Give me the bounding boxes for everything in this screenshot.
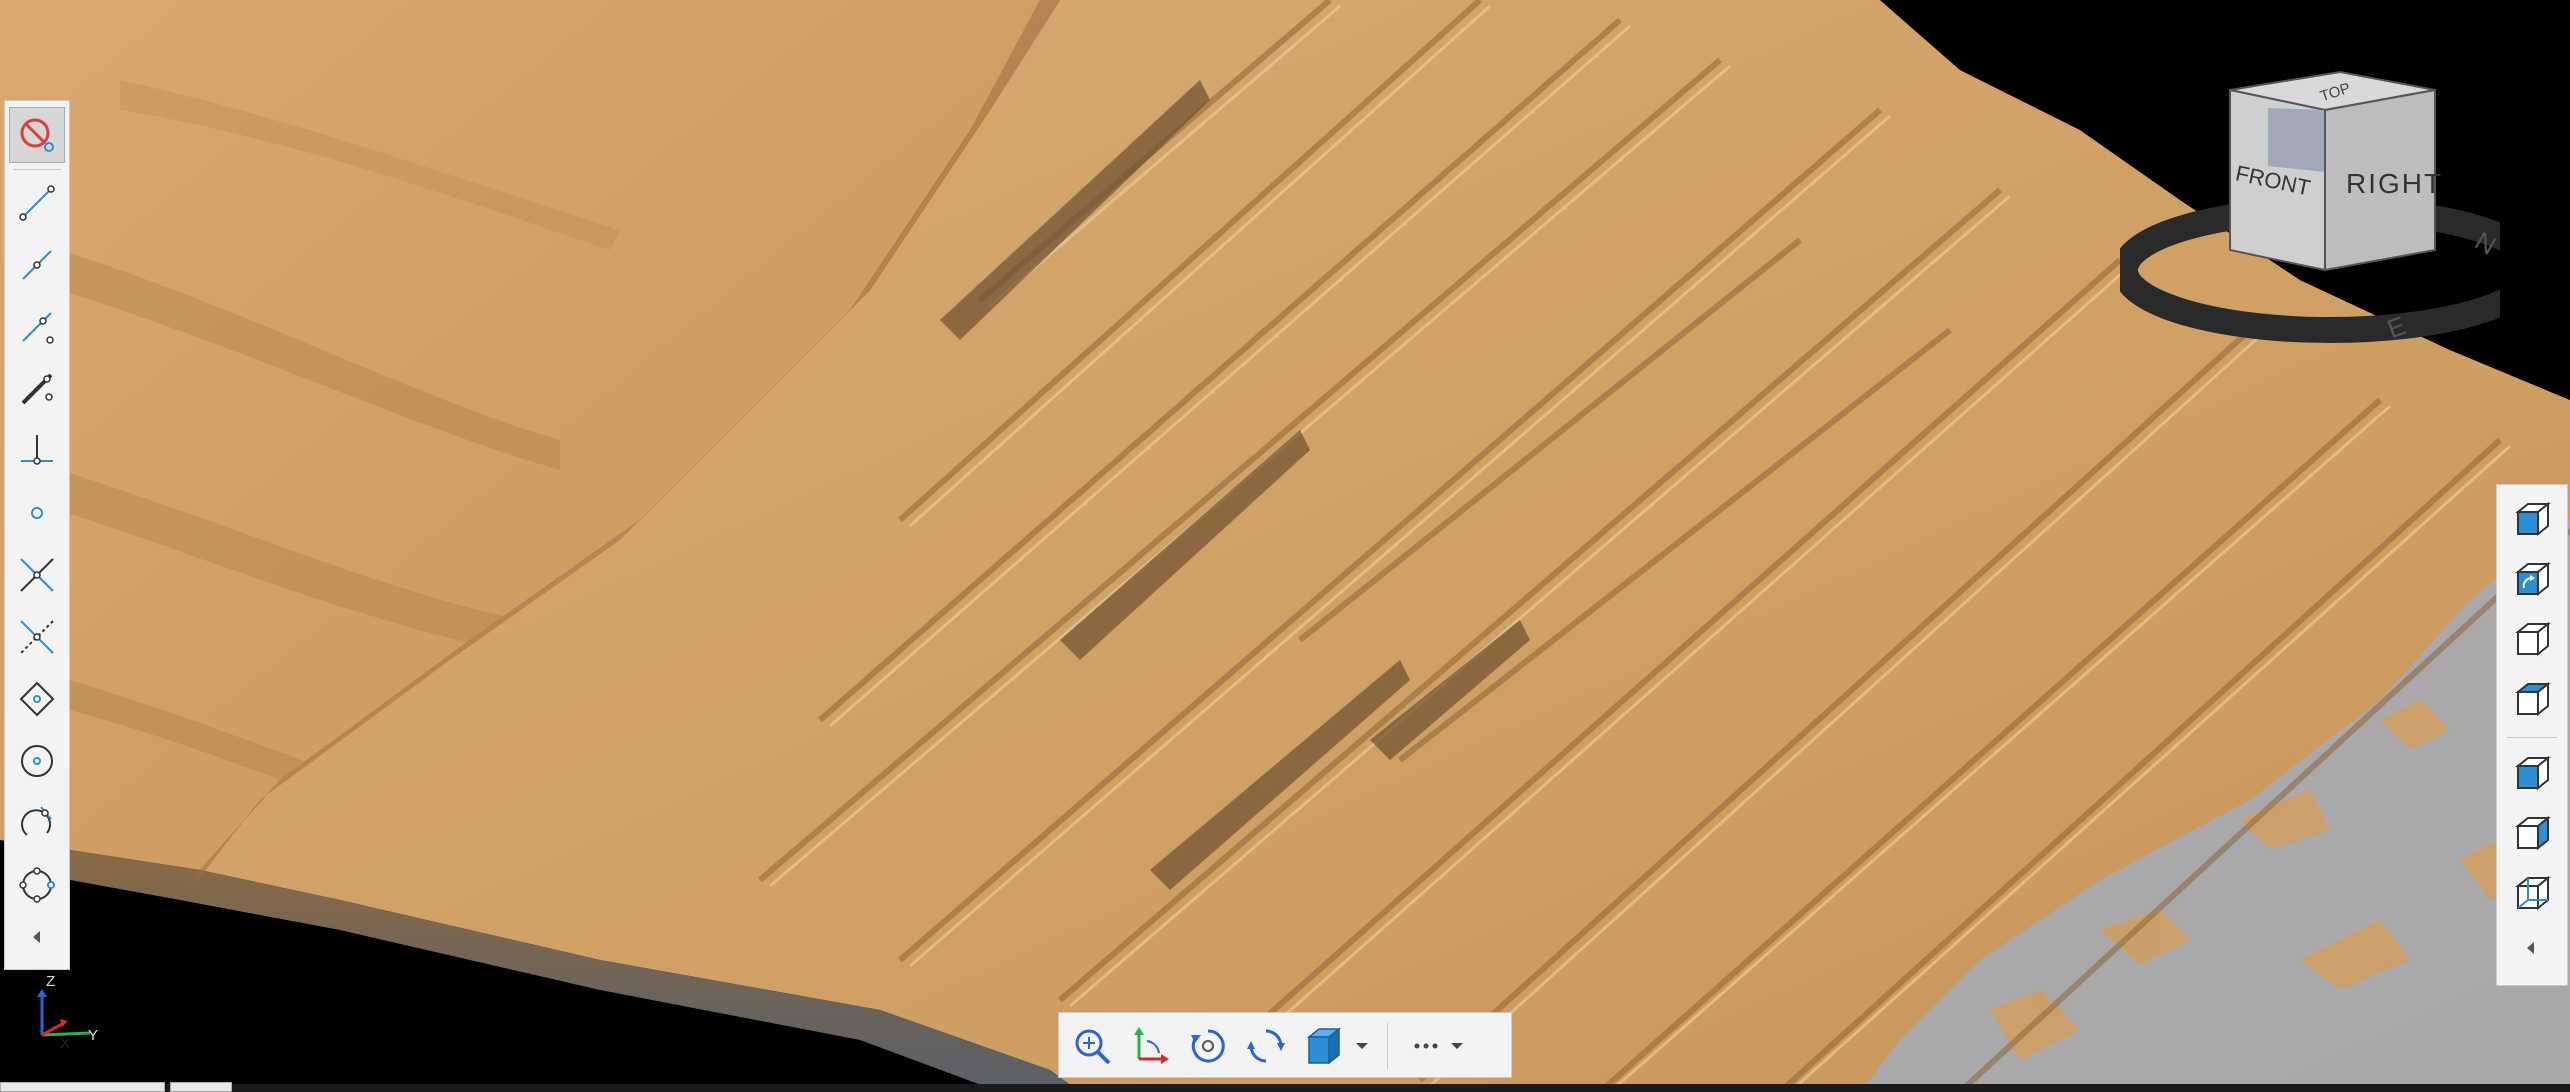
- snap-node-button[interactable]: [9, 361, 65, 417]
- snap-intersection-icon: [20, 558, 54, 592]
- view-iso-front-button[interactable]: [2505, 493, 2559, 547]
- snap-endpoint-button[interactable]: [9, 175, 65, 231]
- toolbar-separator: [1387, 1023, 1388, 1069]
- zoom-extents-button[interactable]: [1065, 1019, 1119, 1073]
- snap-midpoint-icon: [22, 250, 52, 280]
- view-rotate-icon: [2515, 561, 2551, 597]
- collapse-right-icon[interactable]: [2525, 941, 2541, 957]
- snap-circle-quadrant-button[interactable]: [9, 857, 65, 913]
- snap-nearest-icon: [22, 312, 54, 344]
- more-options-icon: [1414, 1043, 1463, 1049]
- snap-perpendicular-button[interactable]: [9, 423, 65, 479]
- view-iso-front-icon: [2515, 501, 2551, 537]
- view-cube-highlight: [2268, 108, 2325, 172]
- visual-style-dropdown[interactable]: [1347, 1019, 1377, 1073]
- layout-tab-model[interactable]: [0, 1082, 165, 1092]
- snap-circle-quadrant-icon: [19, 867, 55, 903]
- free-orbit-button[interactable]: [1239, 1019, 1293, 1073]
- snap-center-icon: [31, 507, 43, 519]
- free-orbit-icon: [1247, 1029, 1285, 1063]
- view-top-button[interactable]: [2505, 747, 2559, 801]
- view-shaded-icon: [2515, 681, 2551, 717]
- ucs-axes-button[interactable]: [1123, 1019, 1177, 1073]
- view-shaded-button[interactable]: [2505, 673, 2559, 727]
- view-toolbar: [2496, 484, 2568, 986]
- visual-style-dropdown-icon: [1356, 1043, 1368, 1049]
- status-bar: [0, 1084, 2570, 1092]
- snap-apparent-intersection-button[interactable]: [9, 609, 65, 665]
- view-cube-right-label: RIGHT: [2346, 168, 2444, 199]
- snap-arc-tangent-icon: [21, 806, 52, 836]
- collapse-left-icon[interactable]: [27, 927, 47, 947]
- navigation-toolbar: [1058, 1012, 1512, 1078]
- axis-z-label: Z: [46, 973, 56, 990]
- visual-style-button[interactable]: [1297, 1019, 1351, 1073]
- snap-toolbar: [4, 100, 70, 970]
- layout-tab-layout[interactable]: [170, 1082, 232, 1092]
- axis-y-label: Y: [88, 1027, 99, 1044]
- snap-node-icon: [21, 373, 53, 405]
- snap-nearest-button[interactable]: [9, 299, 65, 355]
- view-wireframe-icon: [2515, 621, 2551, 657]
- orbit-icon: [1191, 1029, 1225, 1063]
- toolbar-separator: [2507, 737, 2557, 738]
- view-side-button[interactable]: [2505, 807, 2559, 861]
- ucs-axes-icon: [1134, 1027, 1169, 1064]
- orbit-button[interactable]: [1181, 1019, 1235, 1073]
- view-top-icon: [2515, 755, 2551, 791]
- snap-quadrant-button[interactable]: [9, 671, 65, 727]
- axis-triad: Z Y X: [20, 973, 110, 1060]
- view-rotate-button[interactable]: [2505, 553, 2559, 607]
- view-back-icon: [2515, 875, 2551, 911]
- snap-off-button[interactable]: [9, 107, 65, 163]
- snap-center-button[interactable]: [9, 485, 65, 541]
- axis-x-label: X: [60, 1035, 71, 1052]
- snap-midpoint-button[interactable]: [9, 237, 65, 293]
- view-back-button[interactable]: [2505, 867, 2559, 921]
- snap-apparent-intersection-icon: [20, 620, 54, 654]
- visual-style-icon: [1306, 1027, 1342, 1065]
- snap-tangent-icon: [21, 745, 53, 777]
- view-side-icon: [2515, 815, 2551, 851]
- toolbar-separator: [13, 169, 61, 170]
- view-wireframe-button[interactable]: [2505, 613, 2559, 667]
- snap-off-icon: [20, 118, 54, 152]
- snap-intersection-button[interactable]: [9, 547, 65, 603]
- snap-quadrant-icon: [19, 681, 55, 717]
- snap-arc-tangent-button[interactable]: [9, 795, 65, 851]
- snap-perpendicular-icon: [21, 435, 53, 465]
- view-cube[interactable]: FRONT RIGHT TOP N E: [2112, 60, 2548, 360]
- snap-endpoint-icon: [19, 185, 55, 221]
- snap-tangent-button[interactable]: [9, 733, 65, 789]
- more-options-button[interactable]: [1399, 1019, 1489, 1073]
- zoom-extents-icon: [1075, 1029, 1111, 1065]
